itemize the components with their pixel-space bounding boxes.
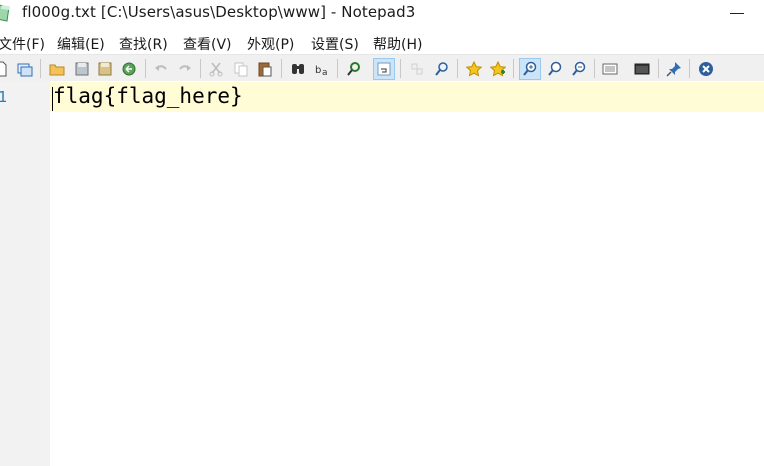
word-wrap-icon[interactable] [373,58,395,80]
revert-icon[interactable] [118,58,140,80]
toolbar-separator [281,59,282,78]
menu-file[interactable]: 文件(F) [0,34,45,54]
menu-edit[interactable]: 编辑(E) [57,34,105,54]
find-icon[interactable] [287,58,309,80]
notepad3-app-icon [0,4,10,22]
save-as-icon[interactable] [94,58,116,80]
line-number-gutter [0,81,50,466]
toolbar-separator [400,59,401,78]
save-icon[interactable] [71,58,93,80]
minimize-button[interactable] [728,4,748,24]
toolbar-separator [658,59,659,78]
line-number: 1 [0,88,8,106]
open-folder-icon[interactable] [46,58,68,80]
zoom-find-icon[interactable] [431,58,453,80]
toolbar-separator [689,59,690,78]
svg-text:a: a [322,68,328,77]
undo-icon[interactable] [150,58,172,80]
replace-icon[interactable]: ba [311,58,333,80]
toolbar-separator [200,59,201,78]
cut-icon[interactable] [205,58,227,80]
zoom-out-icon[interactable] [568,58,590,80]
exit-icon[interactable] [695,58,717,80]
toolbar-separator [337,59,338,78]
redo-icon[interactable] [174,58,196,80]
title-bar: fl000g.txt [C:\Users\asus\Desktop\www] -… [0,0,764,30]
copy-icon[interactable] [230,58,252,80]
menu-help[interactable]: 帮助(H) [373,34,422,54]
zoom-reset-icon[interactable] [544,58,566,80]
text-caret [52,87,53,111]
copy-window-icon[interactable] [14,58,36,80]
editor-area[interactable]: flag{flag_here} [50,81,764,466]
expand-icon[interactable] [406,58,428,80]
menu-bar: 文件(F) 编辑(E) 查找(R) 查看(V) 外观(P) 设置(S) 帮助(H… [0,30,764,54]
toolbar-separator [40,59,41,78]
toolbar-separator [513,59,514,78]
toolbar: ba [0,54,764,82]
menu-find[interactable]: 查找(R) [119,34,168,54]
screen-icon[interactable] [631,58,653,80]
favorite-icon[interactable] [463,58,485,80]
paste-icon[interactable] [254,58,276,80]
editor-line-text[interactable]: flag{flag_here} [53,84,243,108]
new-file-icon[interactable] [0,58,12,80]
view-icon[interactable] [599,58,621,80]
current-line-highlight: flag{flag_here} [50,82,764,112]
goto-icon[interactable] [343,58,365,80]
menu-settings[interactable]: 设置(S) [311,34,359,54]
zoom-in-icon[interactable] [519,58,541,80]
window-title: fl000g.txt [C:\Users\asus\Desktop\www] -… [22,3,416,21]
toolbar-separator [594,59,595,78]
add-favorite-icon[interactable] [487,58,509,80]
svg-text:b: b [315,65,321,76]
menu-appearance[interactable]: 外观(P) [247,34,294,54]
menu-view[interactable]: 查看(V) [183,34,232,54]
toolbar-separator [457,59,458,78]
toolbar-separator [145,59,146,78]
pin-icon[interactable] [663,58,685,80]
